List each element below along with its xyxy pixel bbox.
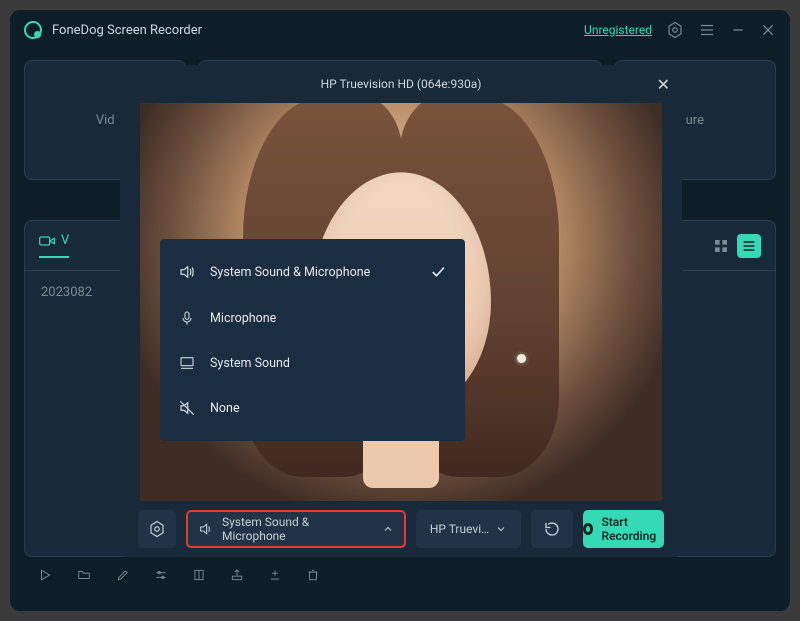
play-icon[interactable] — [38, 568, 52, 582]
minimize-icon[interactable] — [730, 22, 746, 38]
trash-icon[interactable] — [306, 568, 320, 582]
camera-device-button[interactable]: HP Truevi… — [416, 510, 521, 548]
app-window: FoneDog Screen Recorder Unregistered Vid… — [10, 10, 790, 611]
modal-settings-button[interactable] — [138, 510, 176, 548]
edit-icon[interactable] — [116, 568, 130, 582]
audio-option-label: None — [210, 401, 240, 416]
menu-icon[interactable] — [698, 21, 716, 39]
compress-icon[interactable] — [192, 568, 206, 582]
titlebar: FoneDog Screen Recorder Unregistered — [10, 10, 790, 50]
modal-controls: System Sound & Microphone HP Truevi… Sta… — [120, 501, 682, 557]
folder-icon[interactable] — [76, 568, 92, 582]
app-title: FoneDog Screen Recorder — [52, 23, 202, 38]
video-icon — [39, 235, 55, 247]
camera-preview: System Sound & Microphone Microphone Sy — [140, 103, 662, 501]
record-icon — [583, 523, 593, 535]
audio-source-button[interactable]: System Sound & Microphone — [186, 510, 406, 548]
view-toggle — [709, 234, 761, 258]
add-icon[interactable] — [268, 568, 282, 582]
rotate-button[interactable] — [531, 510, 573, 548]
speaker-icon — [198, 521, 214, 537]
monitor-icon — [178, 355, 196, 371]
audio-option-label: System Sound — [210, 356, 290, 371]
camera-device-label: HP Truevi… — [430, 522, 489, 536]
audio-option-system-and-mic[interactable]: System Sound & Microphone — [160, 249, 465, 295]
file-name: 2023082 — [41, 285, 92, 300]
bottom-toolbar — [38, 563, 762, 587]
sliders-icon[interactable] — [154, 568, 168, 582]
app-logo-icon — [24, 21, 42, 39]
export-icon[interactable] — [230, 568, 244, 582]
unregistered-link[interactable]: Unregistered — [584, 23, 652, 37]
audio-option-system-sound[interactable]: System Sound — [160, 341, 465, 385]
view-list-button[interactable] — [737, 234, 761, 258]
chevron-up-icon — [382, 523, 394, 535]
audio-source-menu: System Sound & Microphone Microphone Sy — [160, 239, 465, 441]
check-icon — [429, 263, 447, 281]
close-icon[interactable] — [760, 22, 776, 38]
tab-video-label: V — [61, 233, 69, 248]
mode-card-right-label: ure — [686, 113, 704, 128]
webcam-modal: HP Truevision HD (064e:930a) ✕ — [120, 65, 682, 557]
modal-close-button[interactable]: ✕ — [657, 75, 670, 94]
audio-option-none[interactable]: None — [160, 385, 465, 431]
chevron-down-icon — [495, 523, 507, 535]
microphone-icon — [178, 309, 196, 327]
mode-card-left-label: Vid — [96, 113, 115, 128]
modal-header: HP Truevision HD (064e:930a) ✕ — [120, 65, 682, 103]
tab-video[interactable]: V — [39, 233, 69, 258]
record-button-label: Start Recording — [601, 515, 664, 543]
preview-earring — [517, 354, 526, 363]
audio-source-label: System Sound & Microphone — [222, 515, 374, 543]
audio-option-label: System Sound & Microphone — [210, 265, 370, 280]
view-grid-button[interactable] — [709, 234, 733, 258]
titlebar-right: Unregistered — [584, 21, 776, 39]
settings-hex-icon[interactable] — [666, 21, 684, 39]
modal-title: HP Truevision HD (064e:930a) — [321, 77, 482, 91]
speaker-muted-icon — [178, 399, 196, 417]
audio-option-microphone[interactable]: Microphone — [160, 295, 465, 341]
audio-option-label: Microphone — [210, 311, 276, 326]
start-recording-button[interactable]: Start Recording — [583, 510, 664, 548]
speaker-icon — [178, 263, 196, 281]
